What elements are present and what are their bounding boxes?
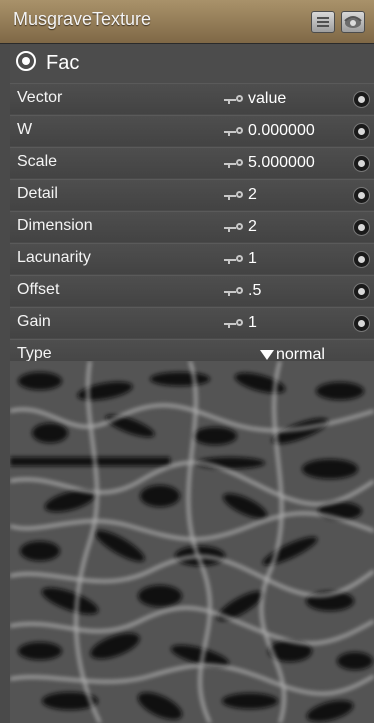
param-value[interactable]: 2 [248,186,257,204]
param-label: Offset [17,281,60,298]
list-icon[interactable] [311,11,335,33]
socket-icon[interactable] [353,91,370,108]
param-value[interactable]: 5.000000 [248,154,315,172]
eye-icon[interactable] [341,11,365,33]
param-label: Gain [17,313,51,330]
musgrave-texture-node: MusgraveTexture Fac Vector value W 0.000… [0,0,374,723]
texture-preview [10,361,374,723]
socket-icon[interactable] [353,187,370,204]
param-row-offset[interactable]: Offset .5 [10,275,374,306]
param-label: W [17,121,33,138]
socket-icon[interactable] [353,219,370,236]
param-value[interactable]: 1 [248,314,257,332]
key-icon[interactable] [224,95,244,104]
socket-icon[interactable] [353,155,370,172]
output-label: Fac [46,52,80,74]
node-title: MusgraveTexture [13,9,152,29]
key-icon[interactable] [224,223,244,232]
key-icon[interactable] [224,159,244,168]
param-row-scale[interactable]: Scale 5.000000 [10,147,374,178]
param-label: Lacunarity [17,249,91,266]
dropdown-arrow-icon[interactable] [260,350,274,360]
param-label: Detail [17,185,58,202]
node-title-bar[interactable]: MusgraveTexture [0,0,374,44]
param-row-dimension[interactable]: Dimension 2 [10,211,374,242]
musgrave-preview-image [10,361,374,723]
socket-icon[interactable] [353,283,370,300]
key-icon[interactable] [224,287,244,296]
socket-icon[interactable] [353,251,370,268]
param-row-detail[interactable]: Detail 2 [10,179,374,210]
output-socket-icon[interactable] [16,51,36,71]
param-row-lacunarity[interactable]: Lacunarity 1 [10,243,374,274]
socket-icon[interactable] [353,123,370,140]
key-icon[interactable] [224,255,244,264]
output-fac[interactable]: Fac [10,44,374,83]
param-row-w[interactable]: W 0.000000 [10,115,374,146]
param-value[interactable]: 2 [248,218,257,236]
key-icon[interactable] [224,319,244,328]
param-label: Vector [17,89,63,106]
param-value[interactable]: value [248,90,286,108]
param-row-vector[interactable]: Vector value [10,83,374,114]
param-value[interactable]: .5 [248,282,261,300]
param-label: Scale [17,153,58,170]
key-icon[interactable] [224,127,244,136]
socket-icon[interactable] [353,315,370,332]
param-value[interactable]: 0.000000 [248,122,315,140]
param-row-gain[interactable]: Gain 1 [10,307,374,338]
key-icon[interactable] [224,191,244,200]
param-label: Dimension [17,217,93,234]
param-value[interactable]: 1 [248,250,257,268]
parameter-list: Vector value W 0.000000 Scale 5.000000 D… [10,83,374,370]
